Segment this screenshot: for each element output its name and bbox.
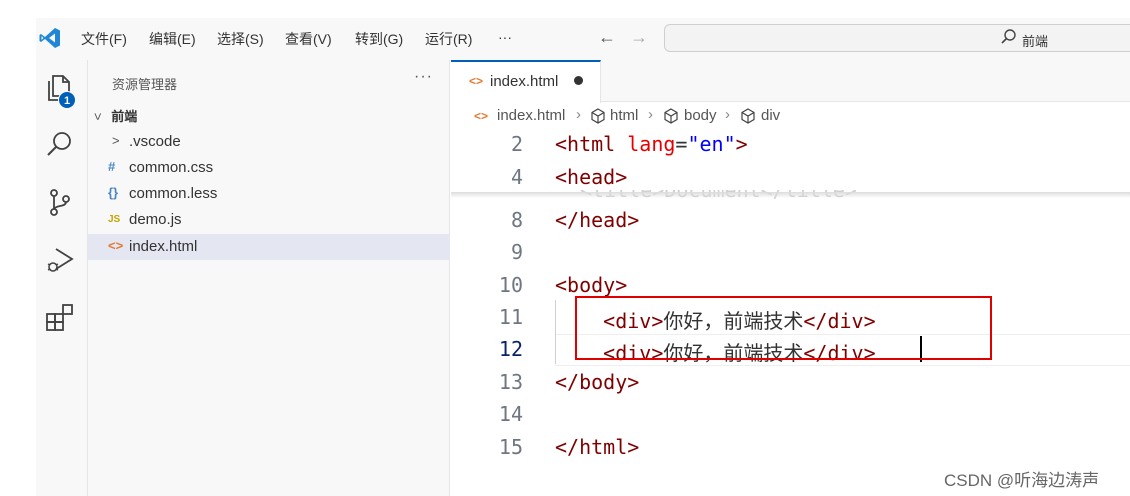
file-tree-item[interactable]: <> index.html [88,234,450,260]
code-token: </body> [555,370,640,394]
breadcrumb-file[interactable]: index.html [497,107,565,124]
breadcrumb-body[interactable]: body [684,107,717,124]
search-activity-icon[interactable] [44,128,76,160]
unsaved-dot-icon[interactable] [574,76,583,85]
explorer-badge: 1 [58,91,76,109]
code-token: = [675,132,688,156]
back-arrow-icon[interactable]: ← [598,27,616,47]
line-number: 11 [498,305,523,329]
tab-label[interactable]: index.html [490,73,558,90]
symbol-element-icon [664,108,678,124]
line-number: 4 [510,165,523,189]
code-token: "en" [687,132,736,156]
file-tree-label: index.html [129,238,198,255]
line-number: 2 [510,132,523,156]
code-line[interactable]: </body> [555,370,639,394]
chevron-right-icon: › [648,106,653,123]
line-number: 14 [498,402,523,426]
html-file-icon: <> [474,109,489,123]
menu-item[interactable]: 文件(F) [81,29,127,49]
symbol-element-icon [591,108,605,124]
code-token: > [735,132,748,156]
chevron-right-icon: > [112,133,120,148]
line-number: 9 [510,240,523,264]
chevron-right-icon: › [725,106,730,123]
explorer-sidebar [88,60,450,496]
run-debug-icon[interactable] [44,244,76,276]
css-file-icon: # [108,159,116,174]
breadcrumb-div[interactable]: div [761,107,780,124]
code-token: <head> [555,165,628,189]
code-line[interactable]: </html> [555,435,639,459]
js-file-icon: JS [108,214,121,225]
file-tree-item[interactable]: # common.css [88,155,450,181]
file-tree-item[interactable]: JS demo.js [88,207,450,233]
code-token: </head> [555,208,640,232]
line-number: 8 [510,208,523,232]
code-line[interactable]: <head> [555,165,627,189]
chevron-right-icon: › [576,106,581,123]
command-center-search[interactable] [664,24,1130,52]
forward-arrow-icon[interactable]: → [630,27,648,47]
code-line[interactable]: <body> [555,273,627,297]
more-actions-icon[interactable]: ··· [414,68,433,86]
line-number: 10 [498,273,523,297]
menu-item[interactable]: 查看(V) [285,29,332,49]
line-number: 12 [498,337,523,361]
sticky-scroll-shadow [451,192,1130,198]
line-number: 15 [498,435,523,459]
search-text[interactable]: 前端 [1022,31,1048,50]
symbol-element-icon [741,108,755,124]
file-tree-item[interactable]: {} common.less [88,181,450,207]
code-line[interactable]: </head> [555,208,639,232]
file-tree-label: common.less [129,185,218,202]
file-tree-label: .vscode [129,133,181,150]
less-file-icon: {} [108,185,119,200]
menu-item[interactable]: 运行(R) [425,29,472,49]
code-token: <body> [555,273,628,297]
menu-item[interactable]: ··· [498,29,512,45]
file-tree-item[interactable]: > .vscode [88,129,450,155]
annotation-box [575,296,992,360]
explorer-title: 资源管理器 [112,77,178,92]
line-number: 13 [498,370,523,394]
menu-item[interactable]: 选择(S) [217,29,264,49]
activity-bar [36,60,88,496]
source-control-icon[interactable] [44,186,76,218]
menu-item[interactable]: 转到(G) [355,29,403,49]
folder-header[interactable]: > 前端 [90,106,138,125]
extensions-icon[interactable] [44,302,76,334]
breadcrumb-html[interactable]: html [610,107,638,124]
html-file-icon: <> [108,238,124,253]
code-line[interactable]: <html lang="en"> [555,132,748,156]
folder-name: 前端 [111,109,138,124]
html-file-icon: <> [469,74,484,88]
code-token: lang [627,132,676,156]
watermark: CSDN @听海边涛声 [944,471,1100,490]
file-tree-label: common.css [129,159,214,176]
search-icon [1001,29,1016,44]
vscode-logo-icon [39,28,60,48]
code-token: </html> [555,435,640,459]
code-token: <html [555,132,628,156]
chevron-down-icon: > [90,112,106,121]
file-tree-label: demo.js [129,211,182,228]
menu-item[interactable]: 编辑(E) [149,29,196,49]
